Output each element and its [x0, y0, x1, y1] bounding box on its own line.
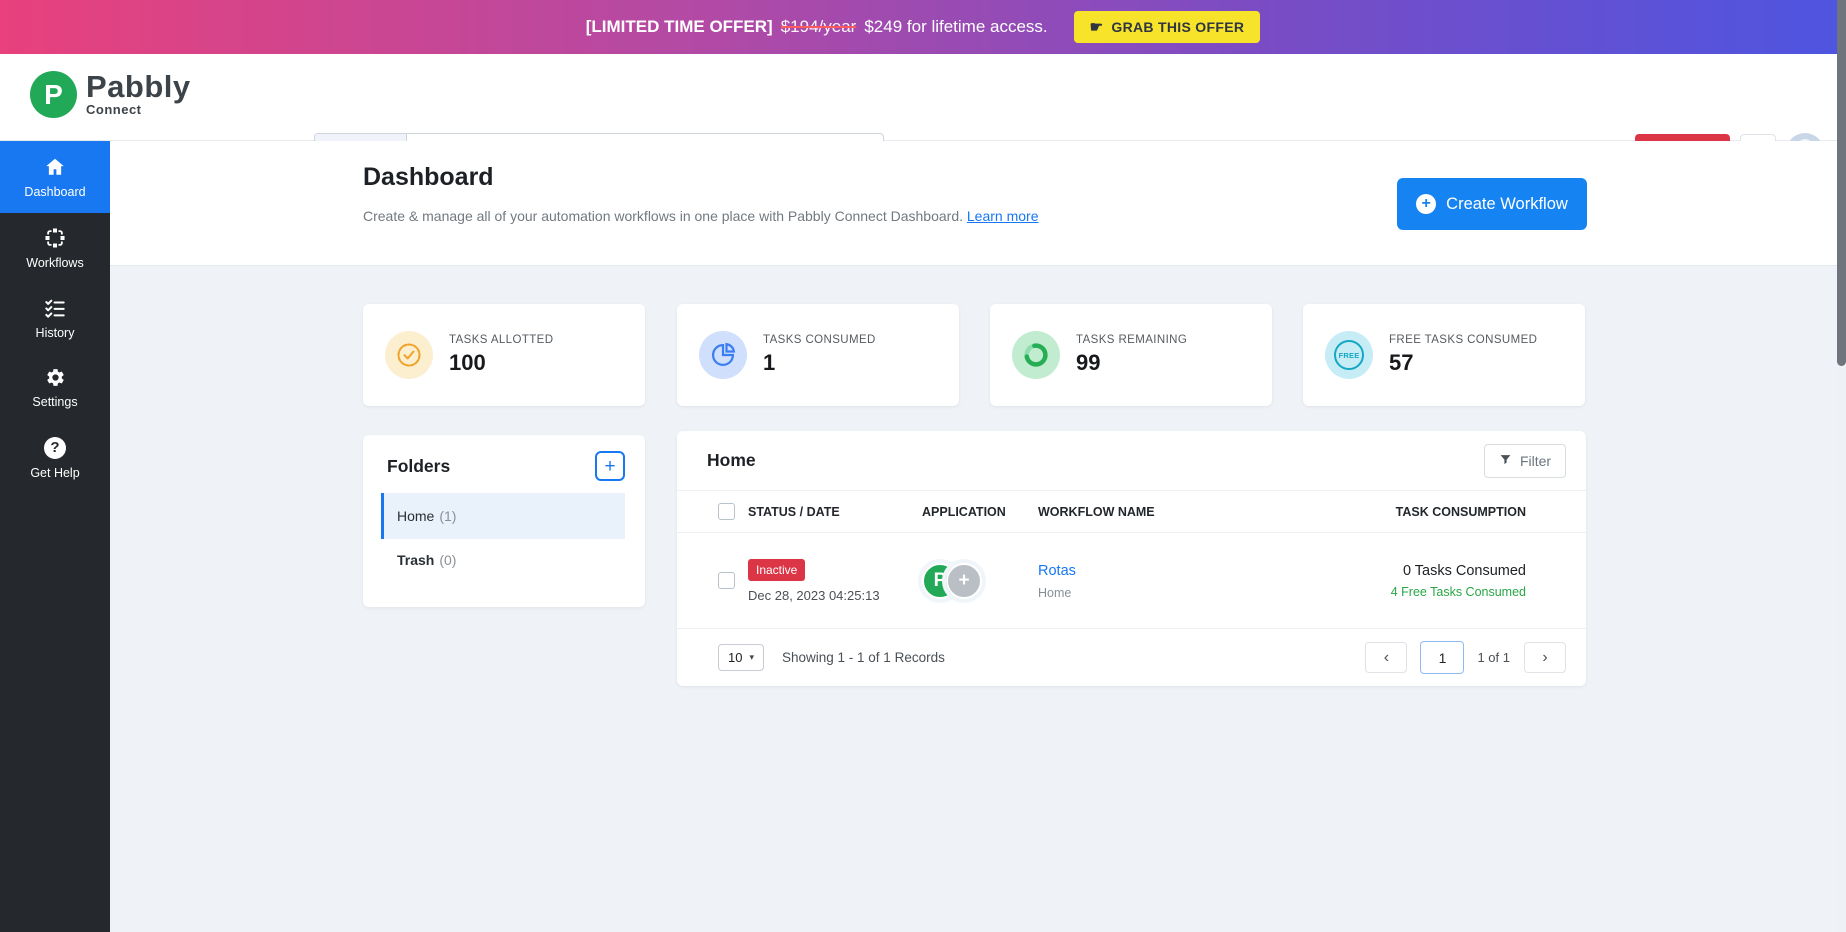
page-info: 1 of 1 [1477, 650, 1510, 665]
workflow-folder: Home [1038, 585, 1072, 600]
current-page-input[interactable] [1420, 641, 1465, 674]
badge-check-icon [385, 331, 433, 379]
chevron-down-icon: ▾ [749, 652, 754, 662]
stat-label: TASKS REMAINING [1076, 334, 1188, 346]
app-header: P Pabbly Connect Workflow ▾ Upgrade [0, 54, 1846, 171]
learn-more-link[interactable]: Learn more [967, 208, 1039, 224]
promo-text: [LIMITED TIME OFFER] $194/year $249 for … [586, 17, 1048, 37]
stat-value: 100 [449, 350, 486, 375]
stat-card-tasks-allotted: TASKS ALLOTTED 100 [363, 304, 645, 406]
funnel-icon [1499, 453, 1512, 469]
stat-label: TASKS ALLOTTED [449, 334, 554, 346]
promo-banner: [LIMITED TIME OFFER] $194/year $249 for … [0, 0, 1846, 54]
table-row: Inactive Dec 28, 2023 04:25:13 P + Rotas… [677, 532, 1586, 628]
gear-icon [45, 367, 66, 388]
stat-value: 1 [763, 350, 776, 375]
pabbly-connect-dashboard: [LIMITED TIME OFFER] $194/year $249 for … [0, 0, 1846, 932]
workflow-name-link[interactable]: Rotas [1038, 563, 1076, 579]
plus-circle-icon: + [1416, 194, 1437, 214]
sidebar-nav: Dashboard Workflows History Settings ? G… [0, 141, 110, 932]
records-summary: Showing 1 - 1 of 1 Records [782, 650, 945, 665]
sidebar-item-history[interactable]: History [0, 283, 110, 353]
add-folder-button[interactable]: + [595, 451, 625, 481]
stat-card-free-tasks-consumed: FREE FREE TASKS CONSUMED 57 [1303, 304, 1585, 406]
sidebar-item-settings[interactable]: Settings [0, 353, 110, 423]
offer-prefix: [LIMITED TIME OFFER] [585, 17, 773, 36]
stat-label: FREE TASKS CONSUMED [1389, 334, 1538, 346]
brand-subname: Connect [86, 102, 142, 117]
stat-label: TASKS CONSUMED [763, 334, 876, 346]
sidebar-item-get-help[interactable]: ? Get Help [0, 423, 110, 493]
previous-page-button[interactable]: ‹ [1365, 642, 1408, 673]
row-checkbox[interactable] [718, 572, 735, 589]
select-all-checkbox[interactable] [718, 503, 735, 520]
column-task-consumption: TASK CONSUMPTION [1395, 504, 1526, 519]
next-page-button[interactable]: › [1524, 642, 1566, 673]
stat-card-tasks-remaining: TASKS REMAINING 99 [990, 304, 1272, 406]
free-stamp-icon: FREE [1325, 331, 1373, 379]
workflow-nodes-icon [44, 226, 66, 249]
workflows-panel: Home Filter STATUS / DATE APPLICATION WO… [677, 431, 1586, 686]
sidebar-item-workflows[interactable]: Workflows [0, 213, 110, 283]
status-badge: Inactive [748, 558, 806, 581]
add-app-icon: + [942, 558, 986, 603]
tasks-consumed: 0 Tasks Consumed [1402, 562, 1526, 579]
folders-title: Folders [387, 455, 451, 476]
scrollbar-thumb[interactable] [1837, 0, 1846, 366]
grab-offer-button[interactable]: ☛ GRAB THIS OFFER [1073, 11, 1261, 43]
table-header-row: STATUS / DATE APPLICATION WORKFLOW NAME … [677, 490, 1586, 532]
workflows-panel-title: Home [707, 450, 756, 470]
sidebar-item-dashboard[interactable]: Dashboard [0, 141, 110, 213]
dashboard-hero: Dashboard Create & manage all of your au… [110, 141, 1837, 266]
row-date: Dec 28, 2023 04:25:13 [748, 587, 880, 603]
grab-offer-label: GRAB THIS OFFER [1111, 19, 1245, 35]
sidebar-item-label: Get Help [30, 465, 80, 480]
plus-icon: + [604, 455, 616, 477]
folder-item-home[interactable]: Home (1) [381, 493, 625, 539]
donut-chart-icon [1012, 331, 1060, 379]
create-workflow-label: Create Workflow [1446, 194, 1568, 213]
question-circle-icon: ? [44, 436, 66, 459]
column-status-date: STATUS / DATE [748, 504, 840, 519]
stat-value: 57 [1389, 350, 1414, 375]
pabbly-logo-icon: P [30, 71, 77, 118]
offer-new-price: $249 for lifetime access. [864, 17, 1048, 36]
stat-card-tasks-consumed: TASKS CONSUMED 1 [677, 304, 959, 406]
column-workflow-name: WORKFLOW NAME [1038, 504, 1155, 519]
home-icon [44, 156, 66, 178]
sidebar-item-label: History [35, 325, 75, 340]
checklist-icon [44, 297, 66, 319]
pointing-hand-icon: ☛ [1089, 19, 1104, 36]
folder-count: (1) [439, 508, 457, 524]
column-application: APPLICATION [922, 504, 1006, 519]
page-scrollbar[interactable] [1837, 0, 1846, 932]
sidebar-item-label: Dashboard [24, 184, 86, 199]
page-subtitle: Create & manage all of your automation w… [363, 208, 1039, 224]
stat-value: 99 [1076, 350, 1101, 375]
application-icons: P + [918, 558, 1038, 603]
pabbly-logo[interactable]: P Pabbly Connect [30, 71, 191, 118]
free-tasks-consumed: 4 Free Tasks Consumed [1390, 584, 1526, 599]
folder-item-trash[interactable]: Trash (0) [381, 539, 625, 581]
sidebar-item-label: Settings [32, 395, 78, 409]
page-title: Dashboard [363, 163, 494, 191]
filter-button[interactable]: Filter [1484, 443, 1566, 478]
offer-old-price: $194/year [780, 17, 857, 36]
sidebar-item-label: Workflows [26, 255, 84, 270]
folder-count: (0) [439, 552, 457, 568]
page-size-select[interactable]: 10 ▾ [718, 644, 764, 671]
folders-panel: Folders + Home (1) Trash (0) [363, 435, 645, 607]
pie-chart-icon [699, 331, 747, 379]
brand-name: Pabbly [86, 69, 191, 104]
create-workflow-button[interactable]: + Create Workflow [1397, 178, 1587, 230]
pagination-bar: 10 ▾ Showing 1 - 1 of 1 Records ‹ 1 of 1… [677, 628, 1586, 686]
